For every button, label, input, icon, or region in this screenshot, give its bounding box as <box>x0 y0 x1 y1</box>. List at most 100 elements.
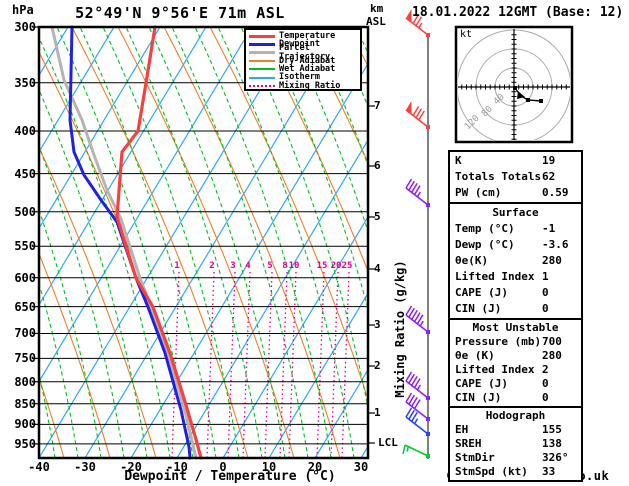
temperature-tick-label: 0 <box>219 460 227 474</box>
station-title: 52°49'N 9°56'E 71m ASL <box>75 4 285 22</box>
mixing-ratio-lines <box>171 271 350 457</box>
table-cell-value: 0 <box>542 286 549 299</box>
datetime-title: 18.01.2022 12GMT (Base: 12) <box>412 5 624 20</box>
legend-swatch <box>249 51 275 55</box>
skewt-sounding-chart: 40 80 120 hPa 52°49'N 9°56'E 71m ASL km AS… <box>0 0 629 486</box>
table-cell-value: 155 <box>542 423 562 436</box>
pressure-tick-label: 450 <box>14 166 36 181</box>
table-section: Most Unstable Pressure (mb) 700 θe (K) 280 Li… <box>448 318 583 408</box>
legend-item: Mixing Ratio <box>249 82 360 90</box>
table-cell-value: 326° <box>542 451 569 464</box>
pressure-tick-label: 300 <box>14 20 36 34</box>
table-row: K 19 <box>450 153 581 169</box>
mixing-ratio-value-label: 25 <box>341 261 353 271</box>
height-axis-unit-km: km <box>370 2 384 15</box>
legend-swatch <box>249 42 275 46</box>
legend-swatch <box>249 84 275 87</box>
table-cell-value: 2 <box>542 363 549 376</box>
table-cell-label: Temp (°C) <box>455 222 515 235</box>
table-row: StmSpd (kt) 33 <box>450 465 581 479</box>
table-cell-label: StmDir <box>455 451 495 464</box>
pressure-tick-label: 850 <box>14 396 36 411</box>
table-cell-label: Dewp (°C) <box>455 238 515 251</box>
mixing-ratio-value-label: 10 <box>288 261 300 271</box>
table-row: CAPE (J) 0 <box>450 285 581 301</box>
pressure-tick-label: 500 <box>14 204 36 219</box>
table-row: CIN (J) 0 <box>450 391 581 405</box>
table-row: StmDir 326° <box>450 451 581 465</box>
table-cell-value: 62 <box>542 170 556 183</box>
table-cell-label: SREH <box>455 437 482 450</box>
indices-table: K 19 Totals Totals 62 PW (cm) 0.59 Surface Temp… <box>448 150 583 482</box>
wind-barb <box>405 178 430 207</box>
table-cell-value: 0.59 <box>542 186 569 199</box>
table-row: θe (K) 280 <box>450 349 581 363</box>
legend-swatch <box>249 34 275 38</box>
legend: Temperature Dewpoint Parcel Trajectory Dry … <box>244 28 362 91</box>
temperature-tick-label: -40 <box>28 460 50 474</box>
table-cell-label: CIN (J) <box>455 391 502 404</box>
temperature-tick-label: 30 <box>353 460 369 474</box>
pressure-tick-label: 700 <box>14 326 36 341</box>
legend-label: Mixing Ratio <box>279 80 341 91</box>
table-cell-value: 280 <box>542 349 562 362</box>
pressure-tick-label: 650 <box>14 299 36 314</box>
table-cell-label: PW (cm) <box>455 186 502 199</box>
wind-barb <box>402 444 430 458</box>
table-row: Temp (°C) -1 <box>450 221 581 237</box>
temperature-tick-label: 10 <box>261 460 277 474</box>
table-section-header: Most Unstable <box>472 321 559 334</box>
pressure-tick-label: 750 <box>14 351 36 366</box>
mixing-ratio-axis-label: Mixing Ratio (g/kg) <box>393 260 407 398</box>
hodograph: 4080120 <box>454 25 574 144</box>
mixing-ratio-value-label: 1 <box>174 261 180 271</box>
table-cell-value: 1 <box>542 270 549 283</box>
table-row: θe(K) 280 <box>450 253 581 269</box>
table-row: SREH 138 <box>450 437 581 451</box>
height-tick-label: 7 <box>374 99 381 112</box>
table-cell-label: CAPE (J) <box>455 377 508 390</box>
table-cell-value: 33 <box>542 465 556 478</box>
table-cell-value: 280 <box>542 254 562 267</box>
mixing-ratio-value-label: 4 <box>245 261 251 271</box>
table-row: PW (cm) 0.59 <box>450 185 581 201</box>
height-tick-label: 5 <box>374 210 381 223</box>
table-section: Hodograph EH 155 SREH 138 StmDir 326° StmSpd (k… <box>448 406 583 482</box>
table-cell-label: θe (K) <box>455 349 495 362</box>
table-row: Dewp (°C) -3.6 <box>450 237 581 253</box>
table-cell-value: -1 <box>542 222 556 235</box>
pressure-tick-label: 550 <box>14 239 36 254</box>
lcl-label: LCL <box>378 436 398 449</box>
table-row: CIN (J) 0 <box>450 301 581 317</box>
table-section: Surface Temp (°C) -1 Dewp (°C) -3.6 θe(K) 280 L… <box>448 202 583 320</box>
table-section-header: Surface <box>492 206 539 219</box>
pressure-tick-label: 600 <box>14 270 36 285</box>
table-row: Lifted Index 2 <box>450 363 581 377</box>
temperature-tick-label: -10 <box>166 460 188 474</box>
height-tick-label: 1 <box>374 406 381 419</box>
table-cell-value: 0 <box>542 302 549 315</box>
table-section-header: Hodograph <box>485 409 546 422</box>
temperature-tick-label: 20 <box>307 460 323 474</box>
table-row: Lifted Index 1 <box>450 269 581 285</box>
temperature-tick-label: -20 <box>120 460 142 474</box>
height-tick-label: 2 <box>374 359 381 372</box>
legend-swatch <box>249 60 275 63</box>
pressure-tick-label: 900 <box>14 417 36 432</box>
table-cell-label: θe(K) <box>455 254 489 267</box>
table-cell-label: StmSpd (kt) <box>455 465 528 478</box>
height-tick-label: 3 <box>374 318 381 331</box>
table-cell-value: 19 <box>542 154 556 167</box>
table-row: EH 155 <box>450 423 581 437</box>
table-cell-value: 0 <box>542 377 549 390</box>
table-cell-label: CAPE (J) <box>455 286 508 299</box>
wind-barb <box>405 305 430 334</box>
temperature-tick-label: -30 <box>74 460 96 474</box>
pressure-tick-label: 950 <box>14 436 36 451</box>
table-cell-value: 0 <box>542 391 549 404</box>
pressure-tick-label: 350 <box>14 75 36 90</box>
mixing-ratio-value-label: 2 <box>209 261 215 271</box>
table-row: Pressure (mb) 700 <box>450 335 581 349</box>
table-cell-label: Pressure (mb) <box>455 335 542 348</box>
legend-swatch <box>249 68 275 71</box>
